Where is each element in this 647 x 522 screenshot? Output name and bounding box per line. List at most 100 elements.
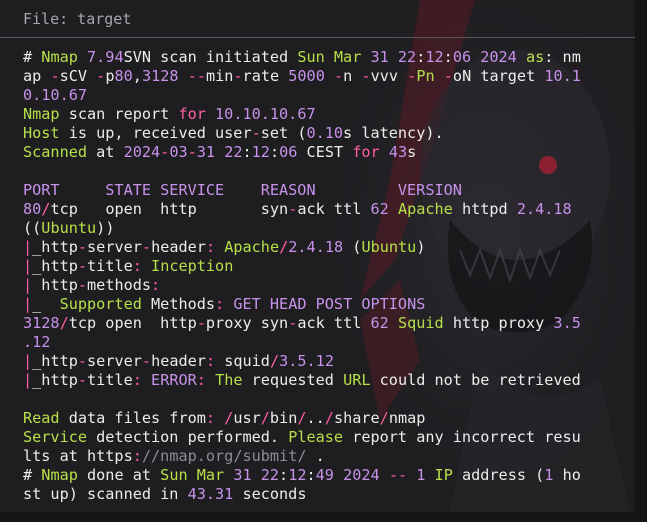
output-text: ack ttl [297, 200, 371, 218]
output-text: - [407, 67, 417, 85]
output-text: 1 [544, 466, 563, 484]
output-text: 12 [251, 143, 270, 161]
output-text: for [352, 143, 389, 161]
output-text: http proxy [452, 314, 554, 332]
output-text: | [23, 352, 33, 370]
output-text: 12 [288, 466, 307, 484]
output-line: 80/tcp open http syn-ack ttl 62 Apache h… [23, 200, 635, 219]
output-text: Apache [397, 200, 462, 218]
output-text: tcp open http syn [50, 200, 289, 218]
output-text: Apache [224, 238, 280, 256]
scrollbar[interactable] [635, 0, 647, 522]
output-text: Inception [151, 257, 234, 275]
output-text: - [77, 257, 88, 275]
output-text: Ubuntu [41, 219, 97, 237]
output-text: PORT STATE SERVICE REASON VERSION [23, 181, 462, 199]
output-text: ERROR [151, 371, 197, 389]
output-text: Read [23, 409, 69, 427]
output-text: - [288, 314, 298, 332]
output-text: - [77, 276, 88, 294]
output-text: server [87, 238, 142, 256]
output-text: : [132, 257, 152, 275]
output-text: : nm [544, 48, 581, 66]
output-text: server [87, 352, 142, 370]
output-text: n [343, 67, 362, 85]
output-text: - [77, 352, 88, 370]
output-text: Nmap [41, 48, 88, 66]
output-text: : [151, 276, 161, 294]
output-text: | [23, 371, 33, 389]
output-text: ack ttl [297, 314, 371, 332]
output-text: URL [343, 371, 380, 389]
output-text: - [443, 67, 453, 85]
output-text: 5000 [288, 67, 334, 85]
output-text: - [288, 200, 298, 218]
output-text: - [251, 124, 261, 142]
output-text: - [141, 352, 152, 370]
output-text: _http [32, 238, 78, 256]
output-text: # [23, 48, 42, 66]
output-text: _http [32, 371, 78, 389]
output-text: 3128 [23, 314, 60, 332]
output-text: / [279, 238, 289, 256]
output-text: 10.10.10.67 [215, 105, 316, 123]
output-text: Host [23, 124, 69, 142]
output-text: Pn [416, 67, 444, 85]
output-text: (( [23, 219, 42, 237]
output-line: PORT STATE SERVICE REASON VERSION [23, 181, 635, 200]
output-text: : [242, 143, 252, 161]
output-text: methods [87, 276, 152, 294]
output-text: , [132, 67, 142, 85]
output-text: 0.10.67 [23, 86, 88, 104]
output-line: Scanned at 2024-03-31 22:12:06 CEST for … [23, 143, 635, 162]
output-text: Squid [397, 314, 453, 332]
output-text: .12 [23, 333, 51, 351]
output-text: IP [434, 466, 462, 484]
output-text: : [196, 371, 216, 389]
output-text: - [77, 238, 88, 256]
output-line: |_ Supported Methods: GET HEAD POST OPTI… [23, 295, 635, 314]
output-text: 49 2024 [315, 466, 389, 484]
output-line: |_http-server-header: Apache/2.4.18 (Ubu… [23, 238, 635, 257]
output-text: Nmap [23, 105, 69, 123]
output-text: requested [251, 371, 344, 389]
output-text: report any incorrect resu [352, 428, 581, 446]
output-text: # [23, 466, 42, 484]
output-text: usr [233, 409, 261, 427]
output-text: )) [96, 219, 115, 237]
file-header: File: target [0, 0, 635, 38]
output-text: Scanned [23, 143, 97, 161]
output-line: |_http-title: ERROR: The requested URL c… [23, 371, 635, 390]
output-text: The [215, 371, 252, 389]
output-line: Nmap scan report for 10.10.10.67 [23, 105, 635, 124]
output-text: : [306, 466, 316, 484]
output-text: 80 [23, 200, 42, 218]
output-line: |_http-title: Inception [23, 257, 635, 276]
output-text: header [151, 352, 206, 370]
output-text: could not be retrieved [379, 371, 581, 389]
output-text: Sun Mar [297, 48, 371, 66]
output-text: 62 [370, 314, 398, 332]
output-text: ) [416, 238, 426, 256]
output-text: 3.5.12 [279, 352, 334, 370]
output-text: - [160, 143, 170, 161]
output-text: ho [562, 466, 581, 484]
output-text: detection performed. [96, 428, 289, 446]
output-text: _ [32, 295, 60, 313]
output-text: -- [187, 67, 206, 85]
output-text: tcp open http [68, 314, 197, 332]
output-text: squid [224, 352, 270, 370]
output-text: 43.31 [187, 485, 243, 503]
output-text: SVN scan initiated [123, 48, 298, 66]
output-text: / [324, 409, 334, 427]
output-text: : [215, 295, 234, 313]
file-title: File: target [23, 10, 132, 28]
output-text: / [260, 409, 270, 427]
output-text: : [269, 143, 280, 161]
output-text: st up) scanned in [23, 485, 188, 503]
output-line: |_http-server-header: squid/3.5.12 [23, 352, 635, 371]
output-line: ((Ubuntu)) [23, 219, 635, 238]
output-text: as [525, 48, 545, 66]
output-line: 0.10.67 [23, 86, 635, 105]
output-line: Service detection performed. Please repo… [23, 428, 635, 447]
